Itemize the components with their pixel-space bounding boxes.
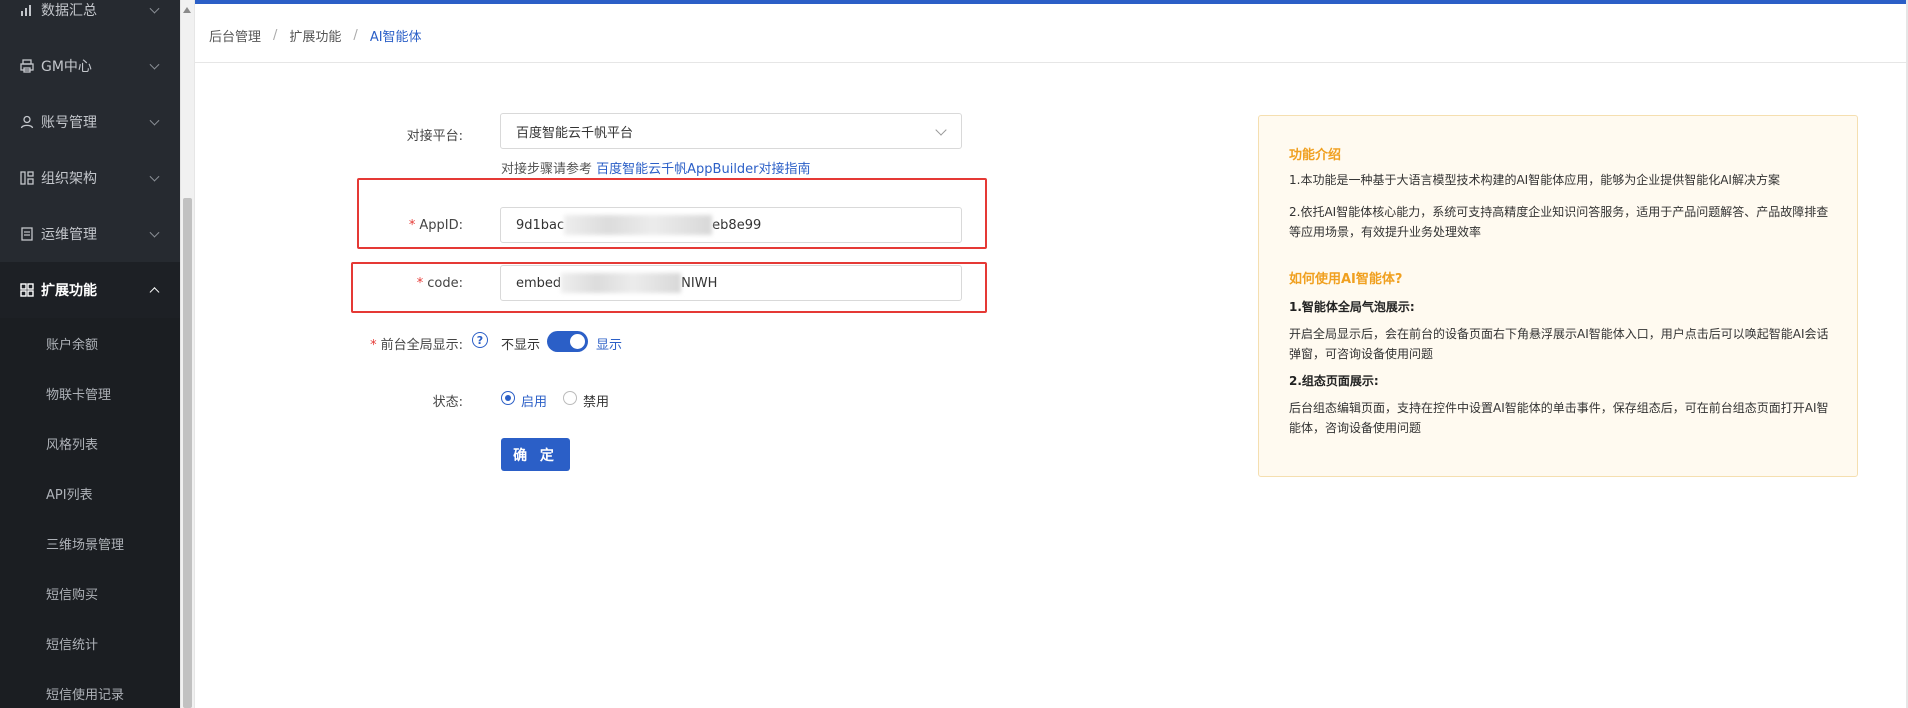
submenu-item-sms-purchase[interactable]: 短信购买 [0,568,180,618]
breadcrumb-item-extensions[interactable]: 扩展功能 [289,26,341,45]
scrollbar-thumb[interactable] [183,198,192,708]
code-input[interactable]: embed NIWH [500,265,962,301]
breadcrumb-item-admin[interactable]: 后台管理 [209,26,261,45]
info-paragraph-2: 2.依托AI智能体核心能力，系统可支持高精度企业知识问答服务，适用于产品问题解答… [1289,205,1829,239]
platform-select-value: 百度智能云千帆平台 [516,125,634,141]
feature-1-text: 开启全局显示后，会在前台的设备页面右下角悬浮展示AI智能体入口，用户点击后可以唤… [1289,327,1829,361]
sidebar-item-account[interactable]: 账号管理 [0,94,180,150]
grid-icon [19,282,35,298]
breadcrumb: 后台管理 / 扩展功能 / AI智能体 [209,26,422,45]
chevron-down-icon [149,59,160,70]
sidebar-item-extensions[interactable]: 扩展功能 [0,262,180,318]
global-display-label-text: 前台全局显示: [380,338,463,353]
submenu-item-style-list[interactable]: 风格列表 [0,418,180,468]
sidebar-item-gm-center[interactable]: GM中心 [0,38,180,94]
user-icon [19,114,35,130]
sidebar-item-operations[interactable]: 运维管理 [0,206,180,262]
chevron-down-icon [149,171,160,182]
appid-label-text: AppID: [419,218,463,233]
breadcrumb-item-current: AI智能体 [369,29,422,45]
info-paragraph-1: 1.本功能是一种基于大语言模型技术构建的AI智能体应用，能够为企业提供智能化AI… [1289,173,1780,187]
status-label: 状态: [432,395,463,410]
feature-2-text: 后台组态编辑页面，支持在控件中设置AI智能体的单击事件，保存组态后，可在前台组态… [1289,401,1829,435]
toggle-on-label: 显示 [596,338,623,353]
integration-guide-link[interactable]: 百度智能云千帆AppBuilder对接指南 [596,162,810,177]
submenu-item-sms-stats[interactable]: 短信统计 [0,618,180,668]
scroll-up-arrow-icon[interactable] [183,7,191,13]
toggle-knob [570,334,585,349]
feature-1-title: 1.智能体全局气泡展示: [1289,300,1415,314]
required-mark: * [408,218,416,233]
appid-label: * AppID: [313,218,463,233]
code-label: * code: [313,276,463,291]
how-to-title: 如何使用AI智能体? [1289,272,1403,287]
global-display-toggle[interactable] [547,331,588,352]
breadcrumb-separator: / [353,27,358,43]
integration-hint: 对接步骤请参考 百度智能云千帆AppBuilder对接指南 [501,158,811,177]
help-icon[interactable]: ? [472,332,488,348]
status-enabled-label[interactable]: 启用 [521,391,547,410]
appid-input[interactable]: 9d1bac eb8e99 [500,207,962,243]
submenu-item-iot-card[interactable]: 物联卡管理 [0,368,180,418]
platform-label: 对接平台: [406,129,463,144]
status-disabled-label[interactable]: 禁用 [583,391,609,410]
breadcrumb-separator: / [273,27,278,43]
appid-value-end: eb8e99 [712,217,762,233]
sidebar-item-label: 扩展功能 [41,283,97,299]
breadcrumb-divider [194,62,1908,63]
sidebar-item-label: 运维管理 [41,227,97,243]
sidebar-item-label: 账号管理 [41,115,97,131]
redacted-blur [564,215,713,235]
submenu-item-3d-scene[interactable]: 三维场景管理 [0,518,180,568]
submit-button[interactable]: 确 定 [501,438,570,471]
sidebar-submenu: 账户余额 物联卡管理 风格列表 API列表 三维场景管理 短信购买 短信统计 短… [0,318,180,708]
org-icon [19,170,35,186]
top-accent-bar [0,0,1908,4]
code-value-end: NIWH [681,275,718,291]
submenu-item-api-list[interactable]: API列表 [0,468,180,518]
chevron-up-icon [149,287,160,298]
code-label-text: code: [427,276,463,291]
sidebar-item-data-summary[interactable]: 数据汇总 [0,0,180,38]
sidebar: 数据汇总 GM中心 账号管理 组织架构 运维管理 扩展功能 账户余额 物联卡管理… [0,0,180,708]
chevron-down-icon [149,227,160,238]
document-icon [19,226,35,242]
status-disabled-radio[interactable] [563,391,577,405]
bar-chart-icon [19,2,35,18]
info-panel: 功能介绍 1.本功能是一种基于大语言模型技术构建的AI智能体应用，能够为企业提供… [1258,115,1858,477]
sidebar-item-label: 组织架构 [41,171,97,187]
status-enabled-radio[interactable] [501,391,515,405]
global-display-label: * 前台全局显示: [313,334,463,353]
info-title: 功能介绍 [1289,148,1342,163]
sidebar-item-label: 数据汇总 [41,3,97,19]
content-divider [194,0,195,708]
chevron-down-icon [149,115,160,126]
sidebar-item-label: GM中心 [41,59,92,75]
feature-2-title: 2.组态页面展示: [1289,374,1379,388]
toggle-off-label: 不显示 [501,338,541,353]
chevron-down-icon [149,3,160,14]
code-value-start: embed [516,275,562,291]
submenu-item-balance[interactable]: 账户余额 [0,318,180,368]
redacted-blur [561,273,682,293]
required-mark: * [416,276,424,291]
hint-text: 对接步骤请参考 [501,162,593,177]
required-mark: * [370,338,377,353]
platform-select[interactable]: 百度智能云千帆平台 [500,113,962,149]
chevron-down-icon [935,124,947,136]
submenu-item-sms-records[interactable]: 短信使用记录 [0,668,180,708]
printer-icon [19,58,35,74]
appid-value-start: 9d1bac [516,217,565,233]
sidebar-item-organization[interactable]: 组织架构 [0,150,180,206]
